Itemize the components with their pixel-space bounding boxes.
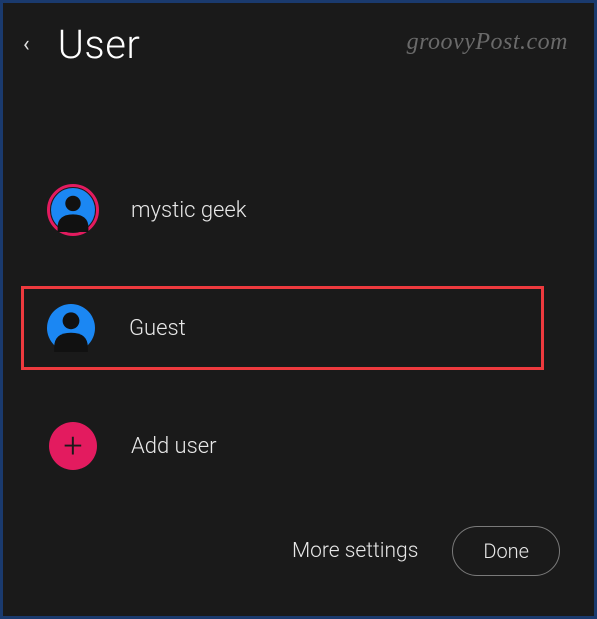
footer: More settings Done (292, 526, 560, 576)
back-icon[interactable]: ‹ (23, 32, 30, 57)
user-label: mystic geek (131, 198, 247, 223)
user-label: Guest (129, 316, 186, 341)
person-icon (47, 304, 95, 352)
user-list: mystic geek Guest + Add user (3, 168, 594, 488)
avatar-selected (47, 184, 99, 236)
user-row-guest[interactable]: Guest (21, 286, 544, 370)
plus-icon: + (63, 429, 82, 463)
add-user-avatar: + (47, 420, 99, 472)
more-settings-button[interactable]: More settings (292, 539, 418, 563)
avatar (45, 302, 97, 354)
watermark-text: groovyPost.com (407, 29, 568, 56)
done-button[interactable]: Done (452, 526, 560, 576)
page-title: User (58, 21, 141, 68)
user-row-mystic-geek[interactable]: mystic geek (23, 168, 574, 252)
user-row-add-user[interactable]: + Add user (23, 404, 574, 488)
user-label: Add user (131, 434, 217, 459)
person-icon (51, 188, 95, 232)
